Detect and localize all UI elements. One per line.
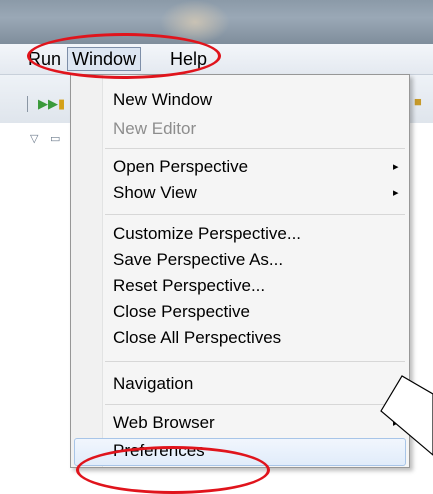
menu-item-show-view[interactable]: Show View — [113, 180, 197, 206]
menu-item-new-window[interactable]: New Window — [113, 87, 212, 113]
menu-item-close-all-perspectives[interactable]: Close All Perspectives — [113, 325, 281, 351]
submenu-arrow-icon: ▸ — [393, 161, 399, 173]
submenu-arrow-icon: ▸ — [393, 187, 399, 199]
menu-item-new-editor: New Editor — [113, 119, 197, 138]
menu-item-save-perspective-as[interactable]: Save Perspective As... — [113, 247, 283, 273]
menu-item-web-browser[interactable]: Web Browser — [113, 410, 215, 436]
menu-separator — [105, 361, 405, 362]
triangle-icon[interactable]: ▽ — [30, 131, 38, 147]
menu-item-customize-perspective[interactable]: Customize Perspective... — [113, 221, 301, 247]
menu-item-close-perspective[interactable]: Close Perspective — [113, 299, 250, 325]
menu-separator — [105, 214, 405, 215]
menu-icon-gutter — [71, 75, 103, 467]
menu-separator — [105, 148, 405, 149]
window-menu-dropdown: New Window New Editor Open Perspective ▸… — [70, 74, 410, 468]
yellow-icon[interactable]: ▮ — [58, 96, 65, 112]
menu-separator — [105, 404, 405, 405]
submenu-arrow-icon: ▸ — [393, 417, 399, 429]
run-icon[interactable]: ▶▶ — [38, 96, 58, 112]
menu-item-navigation[interactable]: Navigation — [113, 371, 193, 397]
red-circle-annotation-window — [27, 33, 221, 79]
menu-item-open-perspective[interactable]: Open Perspective — [113, 154, 248, 180]
red-circle-annotation-preferences — [76, 446, 270, 494]
menu-item-reset-perspective[interactable]: Reset Perspective... — [113, 273, 265, 299]
toolbar-separator — [27, 96, 28, 112]
folder-icon[interactable]: ■ — [414, 94, 422, 110]
minimize-icon[interactable]: ▭ — [50, 131, 60, 147]
